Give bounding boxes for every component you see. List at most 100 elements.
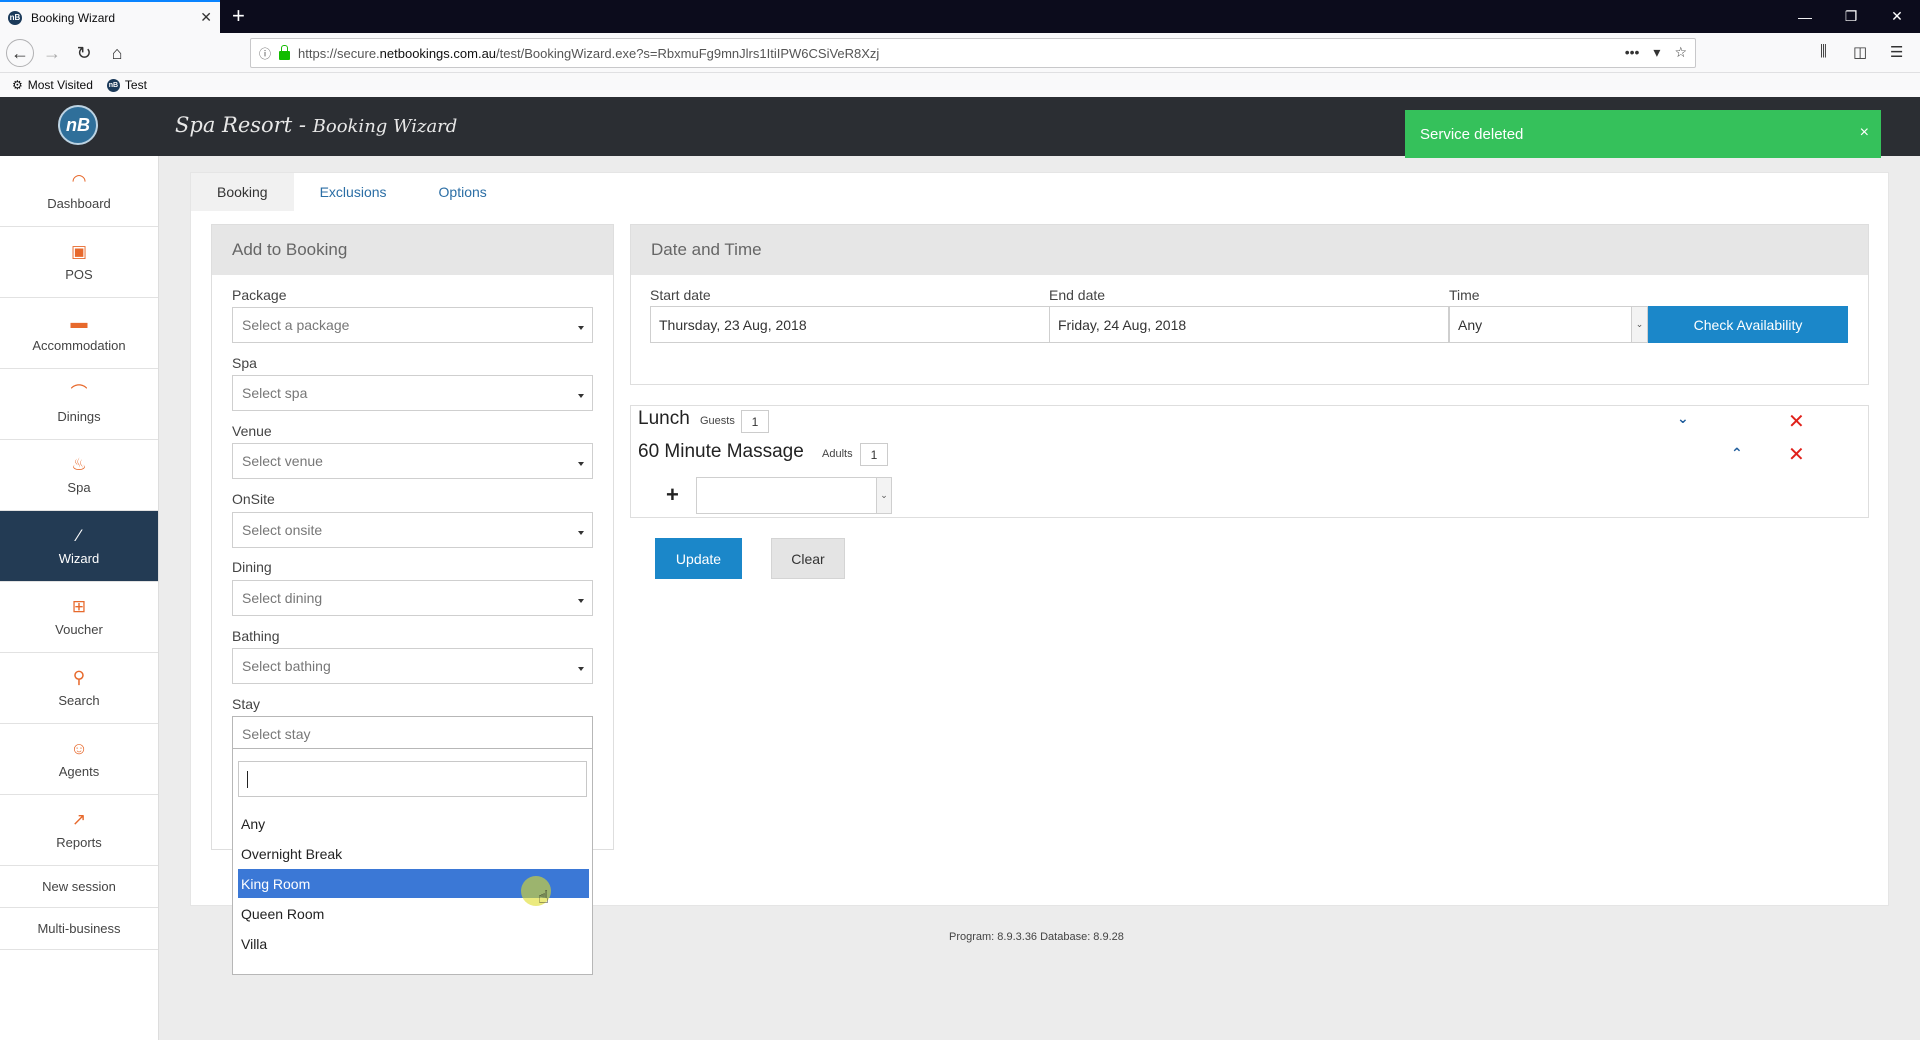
nb-favicon-icon: nB xyxy=(106,78,120,92)
stay-option-overnight-break[interactable]: Overnight Break xyxy=(238,839,589,868)
bookmark-star-icon[interactable]: ☆ xyxy=(1674,44,1687,61)
site-info-icon[interactable]: ⓘ xyxy=(259,45,271,62)
version-info: Program: 8.9.3.36 Database: 8.9.28 xyxy=(949,931,1124,943)
sidebar-item-dinings[interactable]: ⌒ Dinings xyxy=(0,369,158,440)
restore-icon[interactable]: ❐ xyxy=(1828,0,1874,33)
sidebar-item-spa[interactable]: ♨ Spa xyxy=(0,440,158,511)
lock-icon xyxy=(279,44,291,60)
tab-title: Booking Wizard xyxy=(31,10,116,25)
tab-booking[interactable]: Booking xyxy=(191,173,294,211)
caret-down-icon xyxy=(578,394,584,398)
bookmark-most-visited[interactable]: ⚙ Most Visited xyxy=(12,78,93,92)
start-date-input[interactable]: Thursday, 23 Aug, 2018 xyxy=(650,306,1050,343)
caret-down-icon xyxy=(578,326,584,330)
stay-option-any[interactable]: Any xyxy=(238,809,589,838)
stay-label: Stay xyxy=(232,696,261,712)
bathing-label: Bathing xyxy=(232,628,280,644)
tab-close-icon[interactable]: ✕ xyxy=(200,9,212,26)
site-favicon-icon: nB xyxy=(8,10,22,25)
bathing-select[interactable]: Select bathing xyxy=(232,648,593,684)
page-actions-icon[interactable]: ••• xyxy=(1625,44,1640,61)
dining-label: Dining xyxy=(232,559,272,575)
browser-tab-bar: nB Booking Wizard ✕ + — ❐ ✕ xyxy=(0,0,1920,33)
update-button[interactable]: Update xyxy=(655,538,742,579)
service-name-massage: 60 Minute Massage xyxy=(638,441,804,462)
minimize-icon[interactable]: — xyxy=(1782,0,1828,33)
tab-exclusions[interactable]: Exclusions xyxy=(294,173,413,211)
stay-dropdown: Any Overnight Break King Room Queen Room… xyxy=(232,748,593,975)
url-text: https://secure.netbookings.com.au/test/B… xyxy=(298,45,880,61)
venue-label: Venue xyxy=(232,423,272,439)
clear-button[interactable]: Clear xyxy=(771,538,845,579)
dining-icon: ⌒ xyxy=(70,384,88,403)
app-logo[interactable]: nB xyxy=(58,105,98,145)
back-icon[interactable]: ← xyxy=(6,39,34,67)
home-icon[interactable]: ⌂ xyxy=(103,39,131,67)
toast-close-icon[interactable]: × xyxy=(1860,124,1869,142)
booking-tabs: Booking Exclusions Options xyxy=(191,173,513,211)
service-name-lunch: Lunch xyxy=(638,408,690,429)
sidebar-item-search[interactable]: ⚲ Search xyxy=(0,653,158,724)
stay-select[interactable]: Select stay xyxy=(232,716,593,752)
pocket-icon[interactable]: ▾ xyxy=(1653,44,1660,61)
sidebar-item-agents[interactable]: ☺ Agents xyxy=(0,724,158,795)
package-select[interactable]: Select a package xyxy=(232,307,593,343)
spa-icon: ♨ xyxy=(71,455,87,474)
delete-massage-icon[interactable]: ✕ xyxy=(1788,442,1805,467)
new-tab-icon[interactable]: + xyxy=(232,4,245,28)
browser-tab[interactable]: nB Booking Wizard ✕ xyxy=(0,0,220,33)
sidebar-item-dashboard[interactable]: ◠ Dashboard xyxy=(0,156,158,227)
end-date-label: End date xyxy=(1049,287,1106,303)
sidebar-item-wizard[interactable]: ⁄ Wizard xyxy=(0,511,158,582)
spa-select[interactable]: Select spa xyxy=(232,375,593,411)
stay-search-input[interactable] xyxy=(238,761,587,797)
window-close-icon[interactable]: ✕ xyxy=(1874,0,1920,33)
add-service-plus-icon[interactable]: + xyxy=(666,482,679,508)
lunch-guests-input[interactable]: 1 xyxy=(741,410,769,433)
bookmark-test[interactable]: nB Test xyxy=(106,78,147,92)
dashboard-icon: ◠ xyxy=(71,171,87,190)
chevron-down-icon[interactable]: ⌄ xyxy=(1677,410,1689,427)
stay-option-villa[interactable]: Villa xyxy=(238,929,589,958)
sidebar-item-pos[interactable]: ▣ POS xyxy=(0,227,158,298)
chart-icon: ↗ xyxy=(71,810,87,829)
forward-icon[interactable]: → xyxy=(38,39,66,67)
onsite-select[interactable]: Select onsite xyxy=(232,512,593,548)
library-icon[interactable]: ⫼ xyxy=(1820,43,1827,60)
check-availability-button[interactable]: Check Availability xyxy=(1648,306,1848,343)
menu-icon[interactable]: ☰ xyxy=(1890,43,1903,61)
tab-options[interactable]: Options xyxy=(413,173,513,211)
sidebar-item-accommodation[interactable]: ▬ Accommodation xyxy=(0,298,158,369)
sidebar-toggle-icon[interactable]: ◫ xyxy=(1853,43,1867,61)
service-qty-label: Guests xyxy=(700,415,735,427)
chevron-down-icon: ⌄ xyxy=(1631,307,1647,342)
multi-business-link[interactable]: Multi-business xyxy=(0,908,158,950)
sidebar: ◠ Dashboard ▣ POS ▬ Accommodation ⌒ Dini… xyxy=(0,156,159,1040)
bed-icon: ▬ xyxy=(70,313,88,332)
time-select[interactable]: Any ⌄ xyxy=(1449,306,1648,343)
agent-icon: ☺ xyxy=(70,739,88,758)
caret-down-icon xyxy=(578,599,584,603)
chevron-up-icon[interactable]: ⌃ xyxy=(1731,445,1743,462)
end-date-input[interactable]: Friday, 24 Aug, 2018 xyxy=(1049,306,1449,343)
start-date-label: Start date xyxy=(650,287,711,303)
new-session-link[interactable]: New session xyxy=(0,866,158,908)
venue-select[interactable]: Select venue xyxy=(232,443,593,479)
page-title: Spa Resort - Booking Wizard xyxy=(175,113,458,137)
sidebar-item-reports[interactable]: ↗ Reports xyxy=(0,795,158,866)
gear-icon: ⚙ xyxy=(12,78,23,92)
sidebar-item-voucher[interactable]: ⊞ Voucher xyxy=(0,582,158,653)
date-time-panel: Date and Time xyxy=(630,224,1869,385)
dining-select[interactable]: Select dining xyxy=(232,580,593,616)
date-time-heading: Date and Time xyxy=(631,225,1868,275)
url-bar[interactable]: ⓘ https://secure.netbookings.com.au/test… xyxy=(250,38,1696,68)
chevron-down-icon: ⌄ xyxy=(876,478,891,513)
add-service-select[interactable]: ⌄ xyxy=(696,477,892,514)
massage-adults-input[interactable]: 1 xyxy=(860,443,888,466)
delete-lunch-icon[interactable]: ✕ xyxy=(1788,409,1805,434)
search-icon: ⚲ xyxy=(72,668,86,687)
reload-icon[interactable]: ↻ xyxy=(70,39,98,67)
gift-icon: ⊞ xyxy=(71,597,87,616)
wand-icon: ⁄ xyxy=(77,526,81,545)
toast-message: Service deleted xyxy=(1420,125,1524,143)
